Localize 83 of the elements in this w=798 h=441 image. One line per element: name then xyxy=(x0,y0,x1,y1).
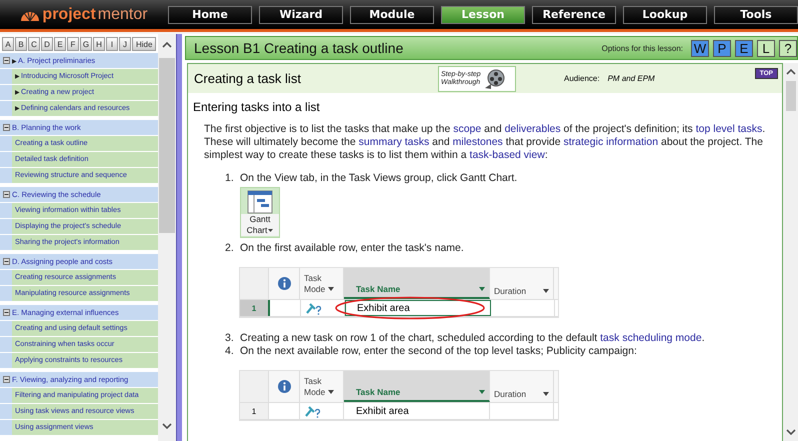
scroll-up-icon[interactable] xyxy=(786,69,796,75)
caret-icon xyxy=(268,229,274,232)
scrollbar[interactable] xyxy=(158,34,176,441)
caret-icon xyxy=(479,390,485,394)
letter-button[interactable]: J xyxy=(119,37,131,51)
paragraph: The first objective is to list the tasks that make up the scope and deliverables of the project's definition; its top level tasks. These will ultimately become the summary tasks and milestones that provide strategic information about the project. The simplest way to create these tasks is to list them within a task-based view: xyxy=(204,123,766,162)
column-header[interactable]: Task Name xyxy=(344,268,490,299)
nav-tab[interactable]: Lookup xyxy=(623,6,707,24)
option-button[interactable]: W xyxy=(691,40,709,56)
link[interactable]: task-based view xyxy=(470,149,545,161)
step-text: On the first available row, enter the task's name. xyxy=(240,242,464,255)
section-title: Creating a task list xyxy=(194,71,302,86)
collapse-toggle[interactable] xyxy=(0,124,12,131)
caret-icon xyxy=(479,287,485,291)
audience-value: PM and EPM xyxy=(608,74,656,83)
link[interactable]: milestones xyxy=(452,136,503,148)
letter-button[interactable]: C xyxy=(28,37,40,51)
step-text: On the next available row, enter the second of the top level tasks; Publicity campaign: xyxy=(240,345,637,358)
subheading: Entering tasks into a list xyxy=(193,100,321,114)
link[interactable]: summary tasks xyxy=(358,136,430,148)
caret-icon xyxy=(328,390,334,394)
collapse-toggle[interactable] xyxy=(0,57,12,64)
caret-icon xyxy=(328,287,334,291)
letter-button[interactable]: G xyxy=(80,37,92,51)
letter-button[interactable]: H xyxy=(93,37,105,51)
option-button[interactable]: L xyxy=(757,40,775,56)
collapse-toggle[interactable] xyxy=(0,376,12,383)
letter-button[interactable]: D xyxy=(41,37,53,51)
info-icon xyxy=(278,277,290,290)
hide-button[interactable]: Hide xyxy=(132,37,156,51)
caret-icon xyxy=(543,289,549,293)
caret-icon xyxy=(543,392,549,396)
splitter-handle[interactable] xyxy=(176,34,182,441)
nav-tab[interactable]: Tools xyxy=(714,6,798,24)
step-number: 4. xyxy=(225,345,235,358)
row-number: 1 xyxy=(240,300,270,316)
step-text: On the View tab, in the Task Views group, click Gantt Chart. xyxy=(240,172,518,185)
option-button[interactable]: P xyxy=(713,40,731,56)
nav-tab[interactable]: Wizard xyxy=(259,6,343,24)
column-header[interactable]: Task Name xyxy=(344,371,490,402)
nav-tab[interactable]: Reference xyxy=(532,6,616,24)
column-header[interactable]: Duration xyxy=(490,371,554,402)
link[interactable]: task scheduling mode xyxy=(600,332,702,344)
step-text: Creating a new task on row 1 of the chart, scheduled according to the default task scheduling mode. xyxy=(240,332,705,345)
gantt-chart-icon xyxy=(247,190,273,214)
link[interactable]: scope xyxy=(453,123,482,135)
scroll-down-icon[interactable] xyxy=(786,429,796,435)
link[interactable]: top level tasks xyxy=(696,123,762,135)
link[interactable]: deliverables xyxy=(504,123,561,135)
gantt-chart-button[interactable]: Gantt Chart xyxy=(240,187,280,238)
scroll-up-icon[interactable] xyxy=(162,42,172,48)
options-label: Options for this lesson: xyxy=(602,44,683,52)
step-number: 1. xyxy=(225,172,235,185)
scroll-thumb[interactable] xyxy=(786,81,796,111)
letter-button[interactable]: B xyxy=(15,37,27,51)
nav-tab[interactable]: Module xyxy=(350,6,434,24)
letter-button[interactable]: E xyxy=(54,37,66,51)
scroll-thumb[interactable] xyxy=(159,58,175,233)
scrollbar[interactable] xyxy=(783,63,798,441)
letter-button[interactable]: I xyxy=(106,37,118,51)
lesson-title: Lesson B1 Creating a task outline xyxy=(194,40,404,56)
task-name-cell[interactable]: Exhibit area xyxy=(344,403,490,419)
row-number: 1 xyxy=(240,403,269,419)
nav-tab[interactable]: Home xyxy=(168,6,252,24)
pin-question-icon xyxy=(305,302,323,314)
pin-question-icon xyxy=(304,404,322,418)
letter-button[interactable]: F xyxy=(67,37,79,51)
scroll-down-icon[interactable] xyxy=(162,423,172,429)
collapse-toggle[interactable] xyxy=(0,258,12,265)
column-header[interactable]: Duration xyxy=(490,268,554,299)
link[interactable]: strategic information xyxy=(564,136,658,148)
task-name-cell[interactable]: Exhibit area xyxy=(345,300,491,316)
collapse-toggle[interactable] xyxy=(0,309,12,316)
step-number: 2. xyxy=(225,242,235,255)
info-icon xyxy=(278,380,290,393)
letter-button[interactable]: A xyxy=(2,37,14,51)
logo[interactable]: projectmentor xyxy=(0,6,168,24)
step-number: 3. xyxy=(225,332,235,345)
option-button[interactable]: E xyxy=(735,40,753,56)
option-button[interactable]: ? xyxy=(779,40,797,56)
collapse-toggle[interactable] xyxy=(0,191,12,198)
audience-label: Audience: xyxy=(564,74,600,83)
film-reel-icon xyxy=(482,68,505,90)
